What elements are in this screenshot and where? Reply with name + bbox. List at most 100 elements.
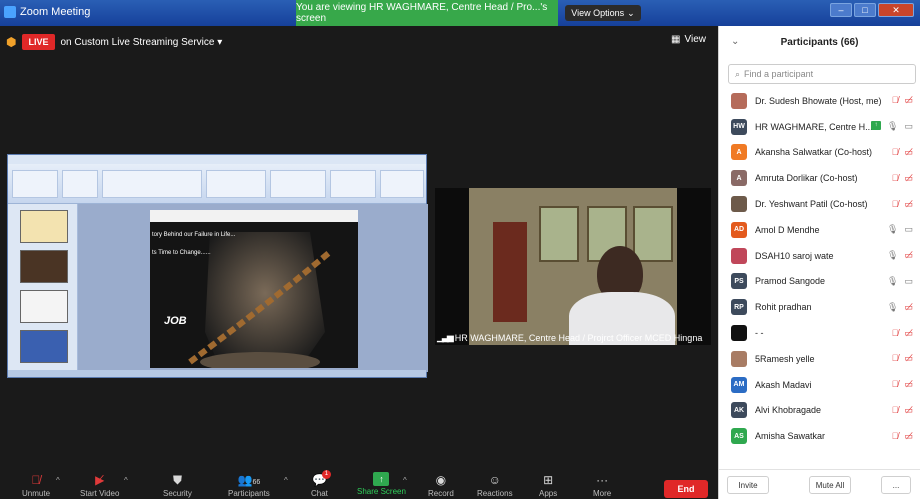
participant-name: - - xyxy=(755,328,764,339)
more-button[interactable]: ··· More xyxy=(593,472,611,498)
participant-row[interactable]: A Amruta Dorlikar (Co-host) 🎙̸ ▭̸ xyxy=(719,165,920,191)
participant-row[interactable]: HW HR WAGHMARE, Centre H... ↑ 🎙 ▭ xyxy=(719,114,920,140)
microphone-muted-icon: 🎙̸ xyxy=(891,327,899,338)
avatar: AK xyxy=(731,402,747,419)
participant-name: Amol D Mendhe xyxy=(755,224,820,235)
camera-off-icon: ▭̸ xyxy=(904,430,913,441)
close-window-button[interactable]: ✕ xyxy=(878,3,914,17)
slide-canvas: tory Behind our Failure in Life... ts Ti… xyxy=(78,204,428,372)
view-options-button[interactable]: View Options ⌄ xyxy=(565,5,641,21)
audio-options-chevron-icon[interactable]: ^ xyxy=(56,476,60,485)
participants-chevron-icon[interactable]: ^ xyxy=(284,476,288,485)
shield-icon[interactable]: ⬢ xyxy=(6,35,16,49)
minimize-button[interactable]: – xyxy=(830,3,852,17)
share-screen-button[interactable]: ↑ Share Screen xyxy=(357,472,406,496)
participant-name: Akansha Salwatkar (Co-host) xyxy=(755,147,873,158)
participant-status-icons: 🎙̸ ▭̸ xyxy=(892,328,913,339)
participant-video[interactable]: ▁▃▅ HR WAGHMARE, Centre Head / Projrct O… xyxy=(435,188,711,345)
unmute-button[interactable]: 🎙̸ Unmute xyxy=(22,472,50,498)
start-video-button[interactable]: ▶̸ Start Video xyxy=(80,472,119,498)
camera-off-icon: ▭̸ xyxy=(904,379,913,390)
maximize-button[interactable]: □ xyxy=(854,3,876,17)
more-dots-icon: ··· xyxy=(596,473,609,487)
share-options-chevron-icon[interactable]: ^ xyxy=(403,476,407,485)
grid-icon: ▦ xyxy=(671,34,681,45)
microphone-muted-icon: 🎙̸ xyxy=(891,172,899,183)
participant-row[interactable]: Dr. Sudesh Bhowate (Host, me) 🎙̸ ▭̸ xyxy=(719,88,920,114)
participant-row[interactable]: 5Ramesh yelle 🎙̸ ▭̸ xyxy=(719,346,920,372)
microphone-icon: 🎙 xyxy=(887,250,899,261)
mute-all-button[interactable]: Mute All xyxy=(809,476,851,494)
live-badge: LIVE xyxy=(22,34,55,50)
security-button[interactable]: ⛊ Security xyxy=(163,472,192,498)
avatar: PS xyxy=(731,273,747,290)
participant-search-input[interactable]: ⌕ Find a participant xyxy=(728,64,916,84)
apps-button[interactable]: ⊞ Apps xyxy=(539,472,557,498)
participant-status-icons: 🎙̸ ▭̸ xyxy=(892,95,913,106)
camera-off-icon: ▭̸ xyxy=(904,95,913,106)
participant-row[interactable]: PS Pramod Sangode 🎙 ▭ xyxy=(719,269,920,295)
panel-more-button[interactable]: ... xyxy=(881,476,911,494)
end-meeting-button[interactable]: End xyxy=(664,480,708,498)
chat-button[interactable]: 💬 1 Chat xyxy=(311,470,331,498)
participant-status-icons: 🎙̸ ▭̸ xyxy=(892,379,913,390)
window-titlebar: Zoom Meeting You are viewing HR WAGHMARE… xyxy=(0,0,920,26)
microphone-muted-icon: 🎙̸ xyxy=(891,430,899,441)
shield-icon: ⛊ xyxy=(172,473,182,487)
participant-name: Amisha Sawatkar xyxy=(755,431,826,442)
live-service-text: on Custom Live Streaming Service xyxy=(60,36,215,48)
participant-row[interactable]: Dr. Yeshwant Patil (Co-host) 🎙̸ ▭̸ xyxy=(719,191,920,217)
video-feed xyxy=(469,188,677,345)
participant-status-icons: 🎙̸ ▭̸ xyxy=(892,199,913,210)
camera-off-icon: ▭̸ xyxy=(904,353,913,364)
record-button[interactable]: ◉ Record xyxy=(428,472,454,498)
share-screen-icon: ↑ xyxy=(373,472,390,486)
invite-button[interactable]: Invite xyxy=(727,476,769,494)
participant-name: Dr. Sudesh Bhowate (Host, me) xyxy=(755,95,882,106)
view-button[interactable]: ▦ View xyxy=(671,34,706,45)
participant-name: Alvi Khobragade xyxy=(755,405,822,416)
participant-status-icons: 🎙̸ ▭̸ xyxy=(892,431,913,442)
ppt-ribbon xyxy=(8,164,426,204)
live-service-dropdown[interactable]: on Custom Live Streaming Service ▾ xyxy=(61,37,223,48)
camera-off-icon: ▭̸ xyxy=(904,250,913,261)
participant-status-icons: 🎙 ▭ xyxy=(887,224,913,235)
camera-icon: ▭ xyxy=(904,275,913,286)
participant-row[interactable]: - - 🎙̸ ▭̸ xyxy=(719,320,920,346)
participant-name: Akash Madavi xyxy=(755,379,812,390)
video-options-chevron-icon[interactable]: ^ xyxy=(124,476,128,485)
participant-row[interactable]: AK Alvi Khobragade 🎙̸ ▭̸ xyxy=(719,398,920,424)
avatar xyxy=(731,350,747,367)
participants-panel: ⌄ Participants (66) ⌕ Find a participant… xyxy=(718,26,920,499)
search-icon: ⌕ xyxy=(735,68,741,79)
participant-name: DSAH10 saroj wate xyxy=(755,250,834,261)
participant-status-icons: 🎙̸ ▭̸ xyxy=(892,353,913,364)
participant-status-icons: 🎙 ▭̸ xyxy=(887,302,913,313)
participant-row[interactable]: A Akansha Salwatkar (Co-host) 🎙̸ ▭̸ xyxy=(719,140,920,166)
app-title: Zoom Meeting xyxy=(4,6,90,18)
participant-row[interactable]: RP Rohit pradhan 🎙 ▭̸ xyxy=(719,294,920,320)
avatar: AM xyxy=(731,376,747,393)
participant-row[interactable]: DSAH10 saroj wate 🎙 ▭̸ xyxy=(719,243,920,269)
avatar: AS xyxy=(731,428,747,445)
caret-down-icon: ▾ xyxy=(217,36,223,48)
participant-status-icons: ↑ 🎙 ▭ xyxy=(871,121,913,132)
camera-off-icon: ▭̸ xyxy=(904,172,913,183)
avatar xyxy=(731,92,747,109)
live-status-bar: ⬢ LIVE on Custom Live Streaming Service … xyxy=(6,34,222,50)
slide-text-line1: tory Behind our Failure in Life... xyxy=(152,232,236,238)
participant-name: HR WAGHMARE, Centre H... xyxy=(755,121,873,132)
microphone-muted-icon: 🎙̸ xyxy=(31,473,41,487)
camera-icon: ▭ xyxy=(904,121,913,132)
participant-name: Pramod Sangode xyxy=(755,276,826,287)
participants-button[interactable]: 👥66 Participants xyxy=(228,472,270,498)
microphone-muted-icon: 🎙̸ xyxy=(891,404,899,415)
participant-row[interactable]: AM Akash Madavi 🎙̸ ▭̸ xyxy=(719,372,920,398)
participant-row[interactable]: AS Amisha Sawatkar 🎙̸ ▭̸ xyxy=(719,423,920,449)
reactions-button[interactable]: ☺ Reactions xyxy=(477,472,513,498)
zoom-logo-icon xyxy=(4,6,16,18)
slide-thumbnail xyxy=(20,330,68,363)
participant-name: 5Ramesh yelle xyxy=(755,353,815,364)
participant-row[interactable]: AD Amol D Mendhe 🎙 ▭ xyxy=(719,217,920,243)
chat-icon: 💬 1 xyxy=(312,470,331,488)
